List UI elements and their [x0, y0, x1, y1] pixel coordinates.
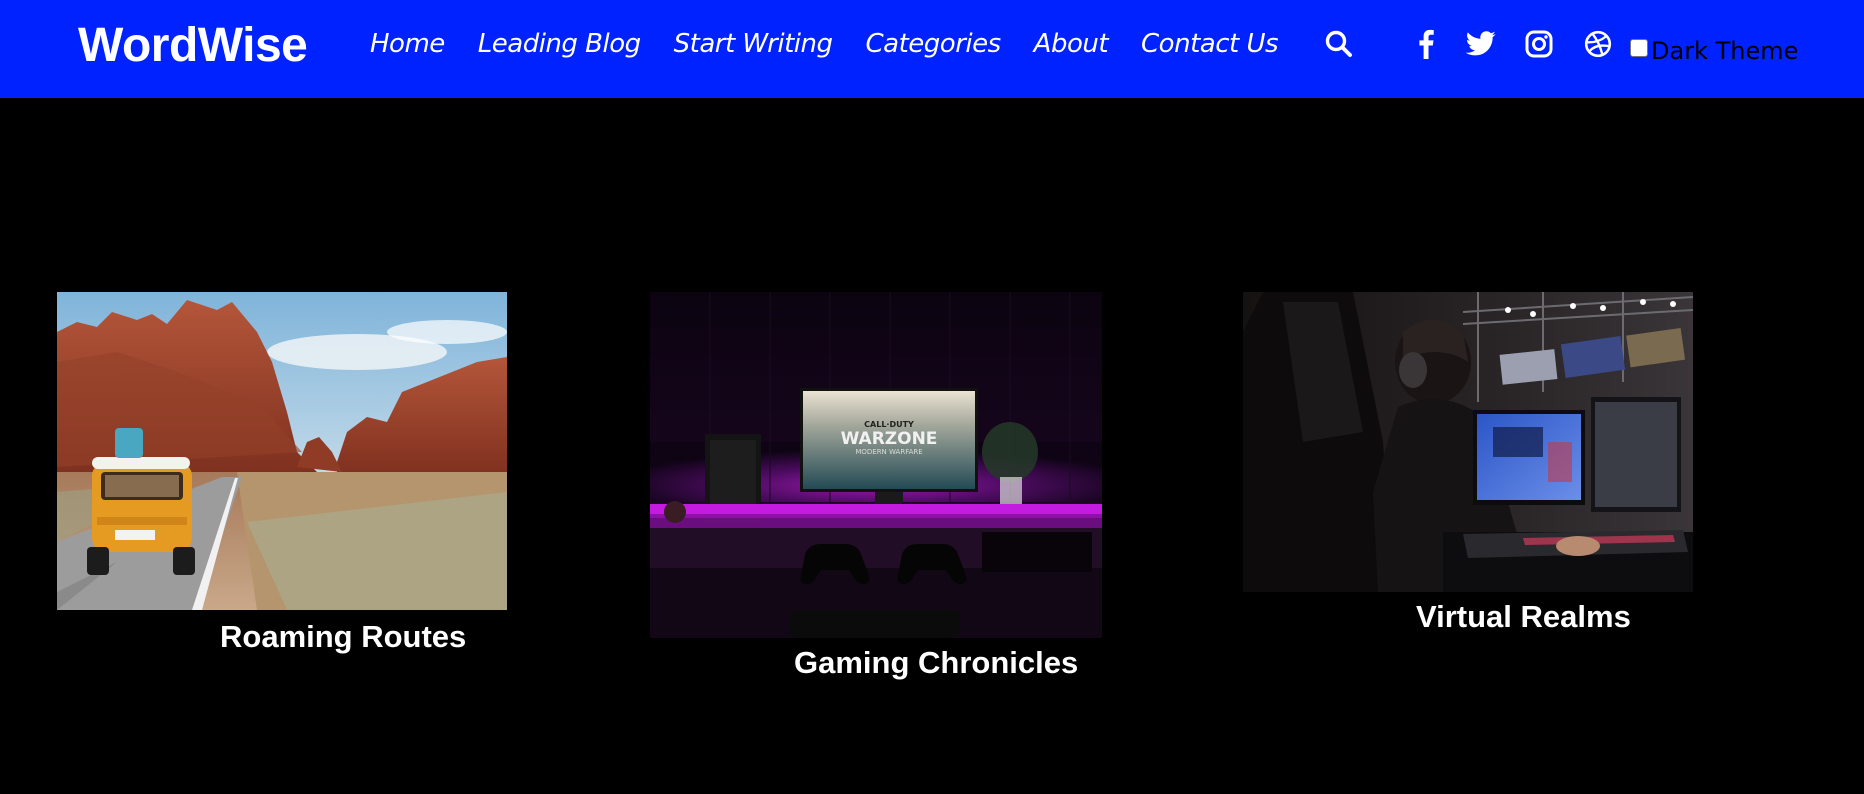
monitor-game-line3: MODERN WARFARE	[855, 448, 922, 456]
twitter-icon[interactable]	[1465, 28, 1497, 60]
main-nav: Home Leading Blog Start Writing Categori…	[370, 26, 1311, 62]
card-title[interactable]: Gaming Chronicles	[794, 644, 1078, 682]
nav-leading-blog[interactable]: Leading Blog	[478, 26, 641, 62]
card-gaming-chronicles[interactable]: CALL·DUTY WARZONE MODERN WARFARE Gaming …	[650, 292, 1102, 692]
roaming-routes-image[interactable]	[57, 292, 507, 610]
site-logo[interactable]: WordWise	[78, 18, 308, 74]
dark-theme-toggle[interactable]: Dark Theme	[1630, 30, 1798, 66]
gaming-chronicles-image[interactable]: CALL·DUTY WARZONE MODERN WARFARE	[650, 292, 1102, 638]
card-roaming-routes[interactable]: Roaming Routes	[57, 292, 507, 662]
monitor-game-line2: WARZONE	[841, 429, 938, 449]
nav-about[interactable]: About	[1034, 26, 1109, 62]
dribbble-icon[interactable]	[1582, 28, 1614, 60]
search-icon[interactable]	[1323, 28, 1355, 60]
virtual-realms-image[interactable]	[1243, 292, 1693, 592]
card-virtual-realms[interactable]: Virtual Realms	[1243, 292, 1693, 652]
nav-contact-us[interactable]: Contact Us	[1141, 26, 1279, 62]
nav-start-writing[interactable]: Start Writing	[674, 26, 833, 62]
card-title[interactable]: Roaming Routes	[220, 618, 466, 656]
navbar: WordWise Home Leading Blog Start Writing…	[0, 0, 1864, 98]
dark-theme-checkbox[interactable]	[1630, 39, 1648, 57]
facebook-icon[interactable]	[1410, 28, 1442, 60]
monitor-game-line1: CALL·DUTY	[864, 420, 914, 429]
instagram-icon[interactable]	[1523, 28, 1555, 60]
nav-categories[interactable]: Categories	[866, 26, 1002, 62]
dark-theme-label: Dark Theme	[1651, 37, 1799, 65]
nav-home[interactable]: Home	[370, 26, 445, 62]
card-title[interactable]: Virtual Realms	[1416, 598, 1631, 636]
